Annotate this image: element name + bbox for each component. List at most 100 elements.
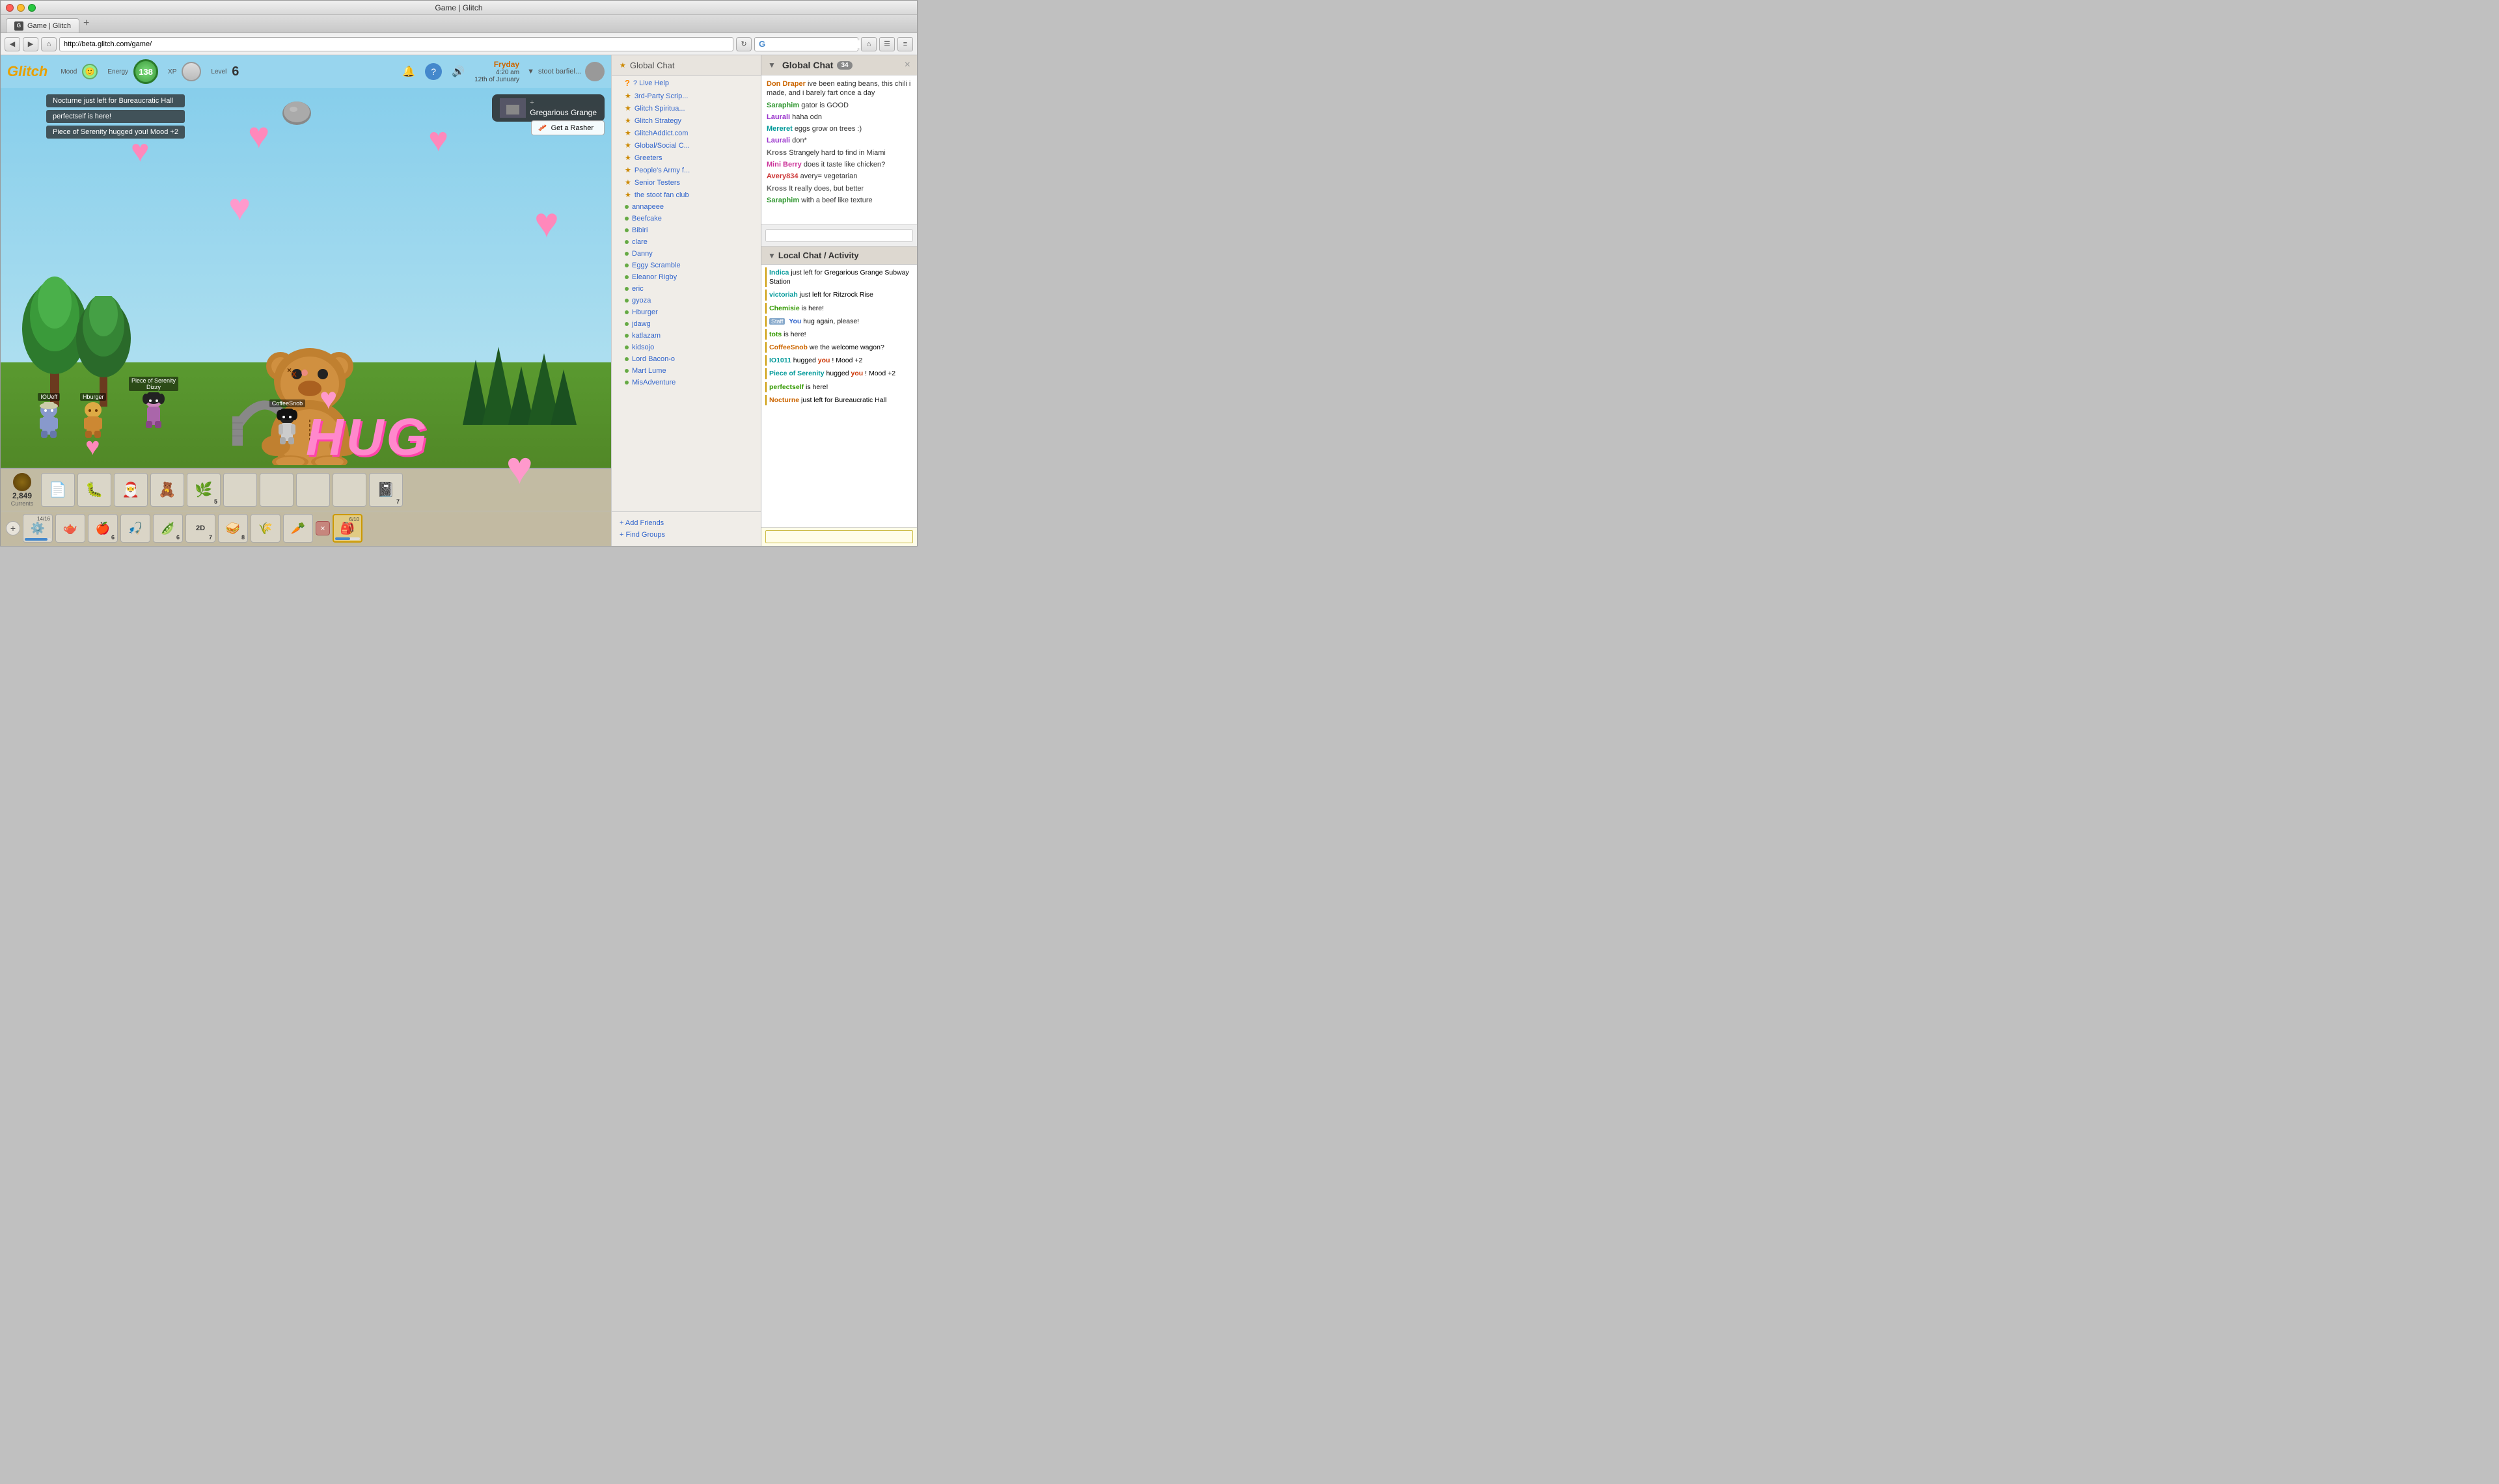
add-friends-link[interactable]: + Add Friends [620,517,753,529]
sidebar-item-eric[interactable]: eric [612,283,761,295]
global-chat-badge: 34 [837,61,852,70]
lm-text-4: is here! [784,331,806,338]
sidebar-item-katlazam[interactable]: katlazam [612,330,761,342]
lm-user-4: tots [769,331,782,338]
sidebar-item-misadventure[interactable]: MisAdventure [612,377,761,388]
sidebar-item-jdawg[interactable]: jdawg [612,318,761,330]
inv-slot-6[interactable] [260,473,294,507]
sidebar-item-gyoza[interactable]: gyoza [612,295,761,306]
sidebar-item-stoot-fan-club[interactable]: ★ the stoot fan club [612,189,761,201]
home-button[interactable]: ⌂ [41,37,57,51]
inv-slot-4[interactable]: 🌿 5 [187,473,221,507]
sidebar-item-hburger[interactable]: Hburger [612,306,761,318]
extensions-button[interactable]: ☰ [879,37,895,51]
back-button[interactable]: ◀ [5,37,20,51]
inv-slot-sm-0[interactable]: ⚙️ 14/16 [23,514,53,543]
lm-user-0: Indica [769,269,789,277]
sidebar-item-lord-bacon[interactable]: Lord Bacon-o [612,353,761,365]
sidebar-item-eleanor[interactable]: Eleanor Rigby [612,271,761,283]
inv-slot-sm-6[interactable]: 🥪 8 [218,514,248,543]
local-msg-1: victoriah just left for Ritzrock Rise [765,290,913,300]
user-info[interactable]: ▼ stoot barfiel... [527,62,605,81]
new-tab-button[interactable]: + [79,18,93,29]
currents-display: 2,849 Currents [6,473,38,507]
floating-rock [280,98,313,129]
inv-slot-sm-3[interactable]: 🎣 [120,514,150,543]
inv-slot-sm-8[interactable]: 🥕 [283,514,313,543]
sound-icon[interactable]: 🔊 [450,63,467,80]
inv-slot-7[interactable] [296,473,330,507]
energy-label: Energy [107,68,128,75]
maximize-button[interactable] [28,4,36,12]
help-icon[interactable]: ? [425,63,442,80]
sidebar-item-beefcake[interactable]: Beefcake [612,213,761,224]
sidebar-item-peoples-army[interactable]: ★ People's Army f... [612,164,761,176]
local-chat-input[interactable] [765,530,913,543]
settings-button[interactable]: ≡ [897,37,913,51]
bookmarks-button[interactable]: ⌂ [861,37,877,51]
find-groups-link[interactable]: + Find Groups [620,529,753,541]
star-icon-group-6: ★ [625,166,631,174]
sidebar-item-greeters[interactable]: ★ Greeters [612,152,761,164]
sidebar-item-eggy[interactable]: Eggy Scramble [612,260,761,271]
search-input[interactable] [768,40,860,48]
game-area: Glitch Mood 🙂 Energy 138 XP Level [1,55,917,546]
inv-slot-0[interactable]: 📄 [41,473,75,507]
add-item-button[interactable]: + [6,521,20,535]
inv-progress-fill-0 [25,538,48,541]
inv-slot-sm-5[interactable]: 2D 7 [185,514,215,543]
global-chat-input[interactable] [765,229,913,242]
url-input[interactable] [59,37,733,51]
lm-text-1: just left for Ritzrock Rise [800,291,873,299]
inv-item-3: 🧸 [156,478,179,502]
currents-value: 2,849 [12,491,32,500]
sidebar-item-mart-lume[interactable]: Mart Lume [612,365,761,377]
refresh-button[interactable]: ↻ [736,37,752,51]
inv-slot-sm-2[interactable]: 🍎 6 [88,514,118,543]
close-button[interactable] [6,4,14,12]
sidebar-item-glitchaddict[interactable]: ★ GlitchAddict.com [612,127,761,139]
lm-user-5: CoffeeSnob [769,344,808,351]
global-chat-close[interactable]: × [905,59,910,71]
inv-slot-sm-7[interactable]: 🌾 [251,514,280,543]
sidebar-item-glitch-spiritual[interactable]: ★ Glitch Spiritua... [612,102,761,115]
notifications-icon[interactable]: 🔔 [400,63,417,80]
inv-slot-8[interactable] [333,473,366,507]
rasher-icon: 🥓 [538,124,547,132]
sidebar-item-bibiri[interactable]: Bibiri [612,224,761,236]
rasher-button[interactable]: 🥓 Get a Rasher [531,120,605,135]
chat-user-1: Saraphim [767,101,799,109]
delete-button[interactable]: × [316,521,330,535]
inv-slot-sm-9[interactable]: 🎒 6/10 [333,514,362,543]
inv-item-9: 📓 [374,478,398,502]
inv-slot-1[interactable]: 🐛 [77,473,111,507]
inv-slot-3[interactable]: 🧸 [150,473,184,507]
sidebar-item-kidsojo[interactable]: kidsojo [612,342,761,353]
inv-count-sm-5: 7 [209,534,212,541]
sidebar-item-global-social[interactable]: ★ Global/Social C... [612,139,761,152]
minimize-button[interactable] [17,4,25,12]
sidebar-item-3rd-party[interactable]: ★ 3rd-Party Scrip... [612,90,761,102]
global-chat-collapse[interactable]: ▼ [768,61,776,70]
star-icon-group-1: ★ [625,104,631,113]
sidebar-item-glitch-strategy[interactable]: ★ Glitch Strategy [612,115,761,127]
local-msg-6: IO1011 hugged you ! Mood +2 [765,355,913,366]
inventory-bottom-row: + ⚙️ 14/16 🫖 🍎 6 [1,511,611,546]
inv-slot-5[interactable] [223,473,257,507]
sidebar-item-live-help[interactable]: ? ? Live Help [612,76,761,90]
star-icon-group-5: ★ [625,154,631,162]
sidebar-item-senior-testers[interactable]: ★ Senior Testers [612,176,761,189]
inv-slot-9[interactable]: 📓 7 [369,473,403,507]
local-chat-collapse[interactable]: ▼ [768,251,776,260]
inv-slot-sm-4[interactable]: 🫛 6 [153,514,183,543]
active-tab[interactable]: G Game | Glitch [6,18,79,33]
svg-text:×: × [287,366,292,375]
sidebar-item-clare[interactable]: clare [612,236,761,248]
sidebar-item-danny[interactable]: Danny [612,248,761,260]
chat-msg-7: Avery834 avery= vegetarian [767,172,912,181]
online-dot [625,322,629,326]
forward-button[interactable]: ▶ [23,37,38,51]
inv-slot-sm-1[interactable]: 🫖 [55,514,85,543]
sidebar-item-annapeee[interactable]: annapeee [612,201,761,213]
inv-slot-2[interactable]: 🎅 [114,473,148,507]
